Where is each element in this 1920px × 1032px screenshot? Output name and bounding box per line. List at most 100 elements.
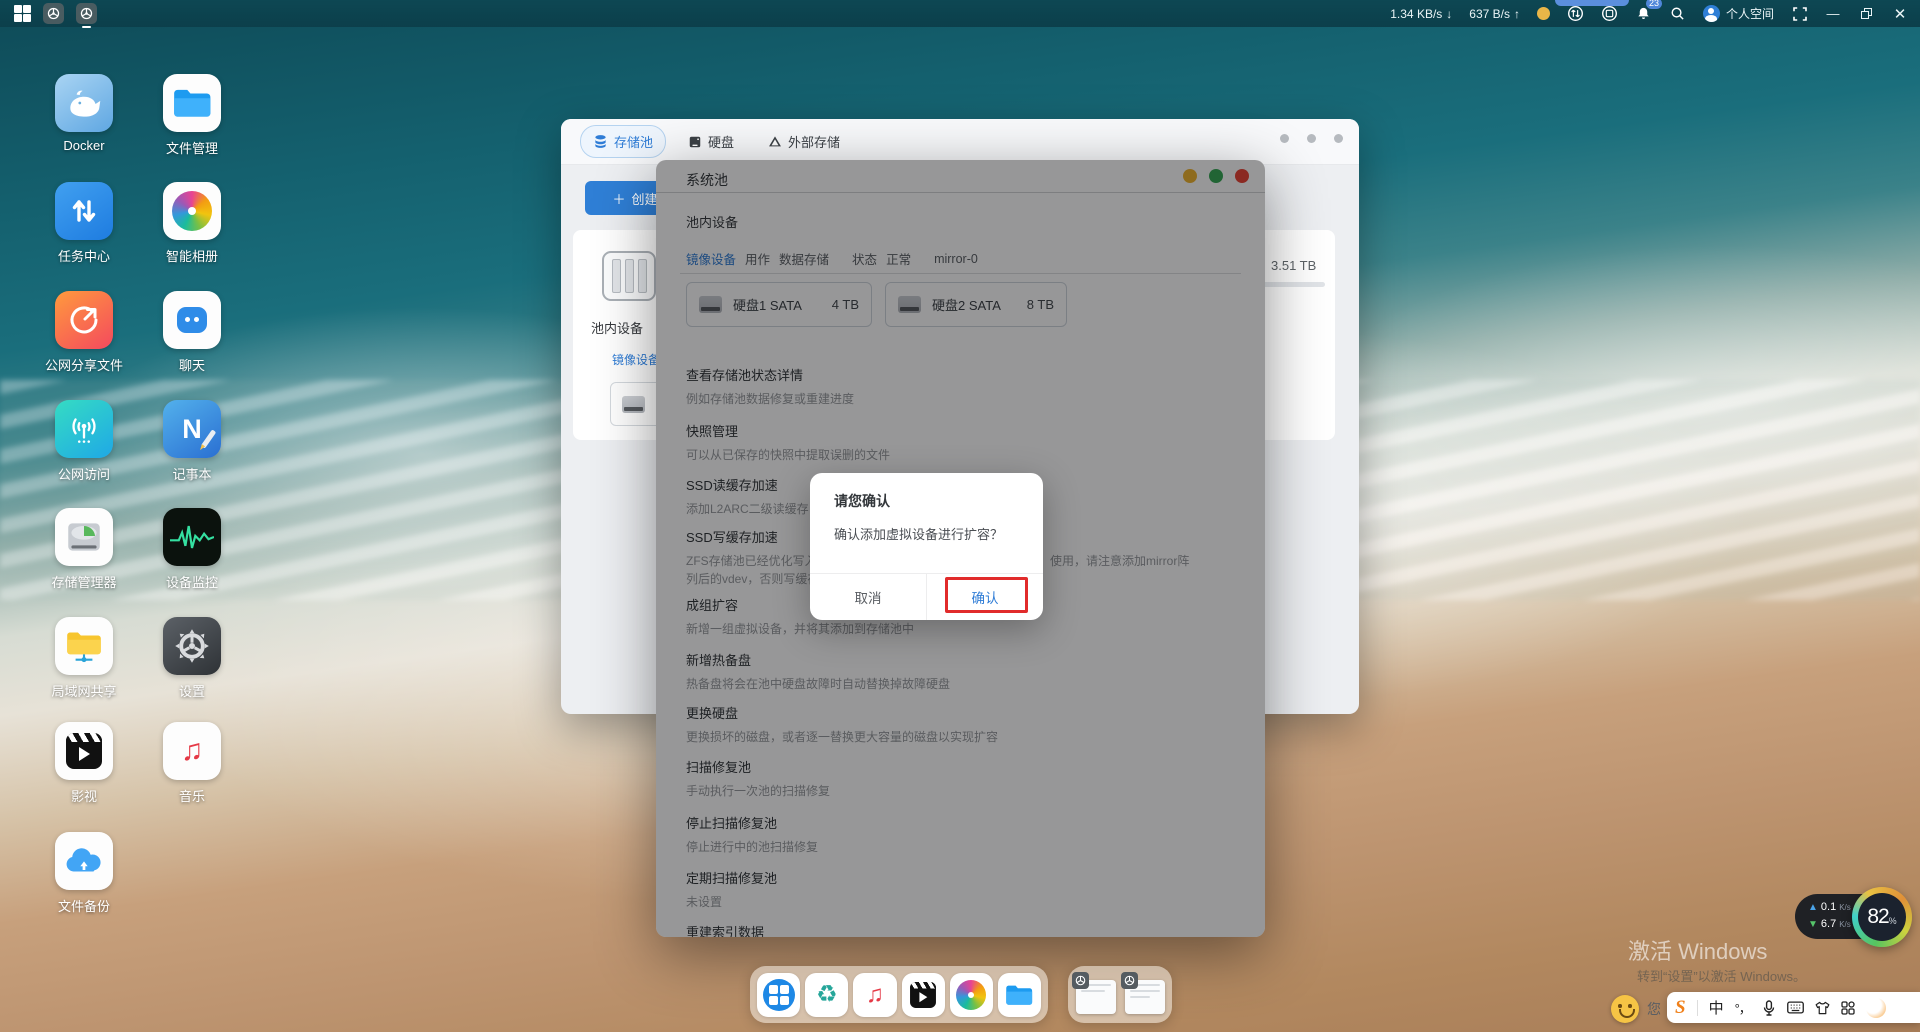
usage-percent: 82 <box>1867 905 1888 929</box>
plus-icon: ＋ <box>612 189 625 208</box>
wheel-icon <box>80 7 93 20</box>
tab-storage-pool[interactable]: 存储池 <box>580 125 666 158</box>
dock-launcher[interactable] <box>757 973 800 1017</box>
notification-count-badge: 23 <box>1646 0 1662 9</box>
cancel-button[interactable]: 取消 <box>810 574 927 620</box>
wheel-icon <box>1121 972 1138 989</box>
minimize-button[interactable]: — <box>1825 6 1841 21</box>
desktop-icon-music[interactable]: ♫ 音乐 <box>142 722 242 805</box>
wheel-icon <box>1072 972 1089 989</box>
taskbar: 1.34 KB/s↓ 637 B/s↑ 23 个人空间 <box>0 0 1920 27</box>
search-icon[interactable] <box>1669 5 1686 22</box>
taskbar-app-storage-manager[interactable] <box>43 3 64 24</box>
window-thumbnail-2[interactable] <box>1123 972 1166 1018</box>
desktop-icon-device-monitor[interactable]: 设备监控 <box>142 508 242 591</box>
pool-usage: 3.51 TB <box>1271 258 1316 273</box>
dock-trash[interactable]: ♻ <box>805 973 848 1017</box>
confirm-dialog-title: 请您确认 <box>834 491 890 511</box>
ime-mode-chinese[interactable]: 中 <box>1709 997 1724 1018</box>
public-access-icon <box>55 400 113 458</box>
close-button[interactable]: ✕ <box>1892 5 1908 23</box>
desktop-icon-chat[interactable]: 聊天 <box>142 291 242 374</box>
file-backup-icon <box>55 832 113 890</box>
notifications-bell-icon[interactable]: 23 <box>1635 5 1652 22</box>
desktop: 激活 Windows 转到“设置”以激活 Windows。 1.34 KB/s↓… <box>0 0 1920 1032</box>
confirm-highlight-annotation <box>945 577 1028 613</box>
desktop-icon-file-backup[interactable]: 文件备份 <box>34 832 134 915</box>
status-dot-icon[interactable] <box>1537 7 1550 20</box>
device-monitor-icon <box>163 508 221 566</box>
launcher-grid-icon[interactable] <box>14 5 31 22</box>
music-icon: ♫ <box>163 722 221 780</box>
dock-files[interactable] <box>998 973 1041 1017</box>
recycle-bin-icon: ♻ <box>816 980 838 1009</box>
music-note-icon: ♫ <box>866 981 884 1009</box>
app-grid-icon <box>763 979 795 1011</box>
emoji-smiley-icon[interactable] <box>1611 995 1639 1023</box>
sogou-logo[interactable]: S <box>1675 997 1686 1019</box>
download-arrow-icon: ▼ <box>1808 919 1818 930</box>
ime-toolbar: S 中 °， <box>1667 992 1920 1023</box>
settings-gear-icon <box>163 617 221 675</box>
skin-tshirt-icon[interactable] <box>1815 1001 1830 1015</box>
desktop-icon-docker[interactable]: Docker <box>34 74 134 153</box>
window-controls-dots[interactable] <box>1280 134 1343 143</box>
tab-hard-disk[interactable]: 硬盘 <box>676 126 746 157</box>
pool-devices-label: 池内设备 <box>591 318 643 337</box>
desktop-icon-settings[interactable]: 设置 <box>142 617 242 700</box>
flower-icon <box>956 980 986 1010</box>
task-center-icon <box>55 182 113 240</box>
user-space-label: 个人空间 <box>1726 5 1774 22</box>
pool-mirror-link[interactable]: 镜像设备 <box>612 351 660 368</box>
desktop-icon-lan-share[interactable]: 局域网共享 <box>34 617 134 700</box>
taskbar-app-settings[interactable] <box>76 3 97 24</box>
fullscreen-icon[interactable] <box>1791 5 1808 22</box>
file-manager-icon <box>163 74 221 132</box>
clapper-icon <box>910 982 936 1008</box>
network-download-speed: 1.34 KB/s↓ <box>1390 7 1452 21</box>
desktop-icon-file-manager[interactable]: 文件管理 <box>142 74 242 157</box>
hidden-tooltip-text: 您 <box>1647 999 1661 1019</box>
microphone-icon[interactable] <box>1762 1000 1776 1016</box>
disk-icon <box>622 396 645 413</box>
desktop-icon-smart-album[interactable]: 智能相册 <box>142 182 242 265</box>
desktop-icon-task-center[interactable]: 任务中心 <box>34 182 134 265</box>
desktop-icon-public-share[interactable]: 公网分享文件 <box>34 291 134 374</box>
notification-toast-sliver <box>1555 0 1629 6</box>
lan-share-icon <box>55 617 113 675</box>
desktop-icon-public-access[interactable]: 公网访问 <box>34 400 134 483</box>
folder-icon <box>1004 983 1034 1007</box>
screen-cast-icon[interactable] <box>1601 5 1618 22</box>
user-account[interactable]: 个人空间 <box>1703 5 1774 22</box>
upload-arrow-icon: ▲ <box>1808 902 1818 913</box>
activate-windows-watermark: 激活 Windows <box>1628 934 1767 966</box>
keyboard-icon[interactable] <box>1787 1001 1804 1014</box>
desktop-icon-notepad[interactable]: N 记事本 <box>142 400 242 483</box>
docker-icon <box>55 74 113 132</box>
hard-disk-icon <box>688 135 702 149</box>
desktop-icon-video[interactable]: 影视 <box>34 722 134 805</box>
activate-windows-watermark-sub: 转到“设置”以激活 Windows。 <box>1637 966 1806 985</box>
ime-punctuation[interactable]: °， <box>1735 998 1751 1017</box>
public-share-icon <box>55 291 113 349</box>
avatar <box>1703 5 1720 22</box>
chat-icon <box>163 291 221 349</box>
window-thumbnail-1[interactable] <box>1074 972 1117 1018</box>
ime-mascot-icon[interactable] <box>1866 998 1886 1018</box>
dock-video[interactable] <box>902 973 945 1017</box>
download-speed: 6.7 <box>1821 918 1836 930</box>
network-upload-speed: 637 B/s↑ <box>1469 7 1520 21</box>
notepad-icon: N <box>163 400 221 458</box>
storage-manager-icon <box>55 508 113 566</box>
usage-ring-widget[interactable]: 82 % <box>1852 887 1912 947</box>
dock-music[interactable]: ♫ <box>853 973 896 1017</box>
more-grid-icon[interactable] <box>1841 1001 1855 1015</box>
dock: ♻ ♫ <box>750 966 1048 1023</box>
pool-bay-icon <box>602 251 656 301</box>
desktop-icon-storage-manager[interactable]: 存储管理器 <box>34 508 134 591</box>
dock-photos[interactable] <box>950 973 993 1017</box>
sync-icon[interactable] <box>1567 5 1584 22</box>
dock-open-windows <box>1068 966 1172 1023</box>
restore-button[interactable] <box>1858 5 1875 22</box>
tab-external-storage[interactable]: 外部存储 <box>756 126 852 157</box>
